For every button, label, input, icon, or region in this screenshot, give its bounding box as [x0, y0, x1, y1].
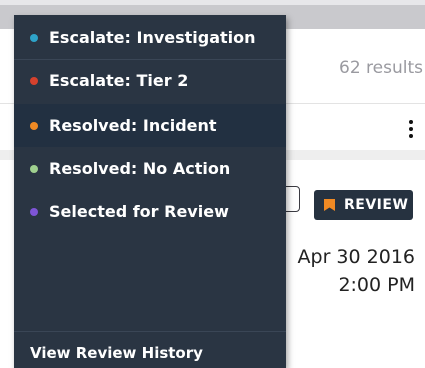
menu-item-selected-for-review[interactable]: Selected for Review [14, 190, 286, 233]
results-count: 62 results [339, 58, 423, 78]
status-dot-icon [30, 164, 38, 173]
item-timestamp: Apr 30 2016 2:00 PM [298, 243, 415, 299]
review-badge[interactable]: REVIEW [314, 190, 413, 220]
menu-item-label: Selected for Review [49, 202, 229, 221]
bookmark-icon [324, 199, 335, 211]
time-line: 2:00 PM [338, 274, 415, 296]
status-dot-icon [30, 207, 38, 216]
status-dot-icon [30, 76, 38, 85]
view-review-history-link[interactable]: View Review History [30, 344, 203, 362]
status-dropdown-menu: Escalate: Investigation Escalate: Tier 2… [14, 15, 286, 368]
status-dot-icon [30, 33, 38, 42]
menu-item-label: Escalate: Tier 2 [49, 71, 189, 90]
menu-item-label: Resolved: Incident [49, 116, 217, 135]
menu-item-resolved-no-action[interactable]: Resolved: No Action [14, 147, 286, 190]
menu-item-escalate-tier-2[interactable]: Escalate: Tier 2 [14, 59, 286, 102]
menu-item-escalate-investigation[interactable]: Escalate: Investigation [14, 16, 286, 59]
date-line: Apr 30 2016 [297, 246, 415, 268]
more-options-icon[interactable] [409, 120, 413, 141]
review-badge-label: REVIEW [344, 197, 409, 213]
menu-divider [14, 331, 286, 332]
status-dot-icon [30, 121, 38, 130]
menu-item-label: Escalate: Investigation [49, 28, 256, 47]
menu-item-resolved-incident[interactable]: Resolved: Incident [14, 104, 286, 147]
menu-item-label: Resolved: No Action [49, 159, 231, 178]
